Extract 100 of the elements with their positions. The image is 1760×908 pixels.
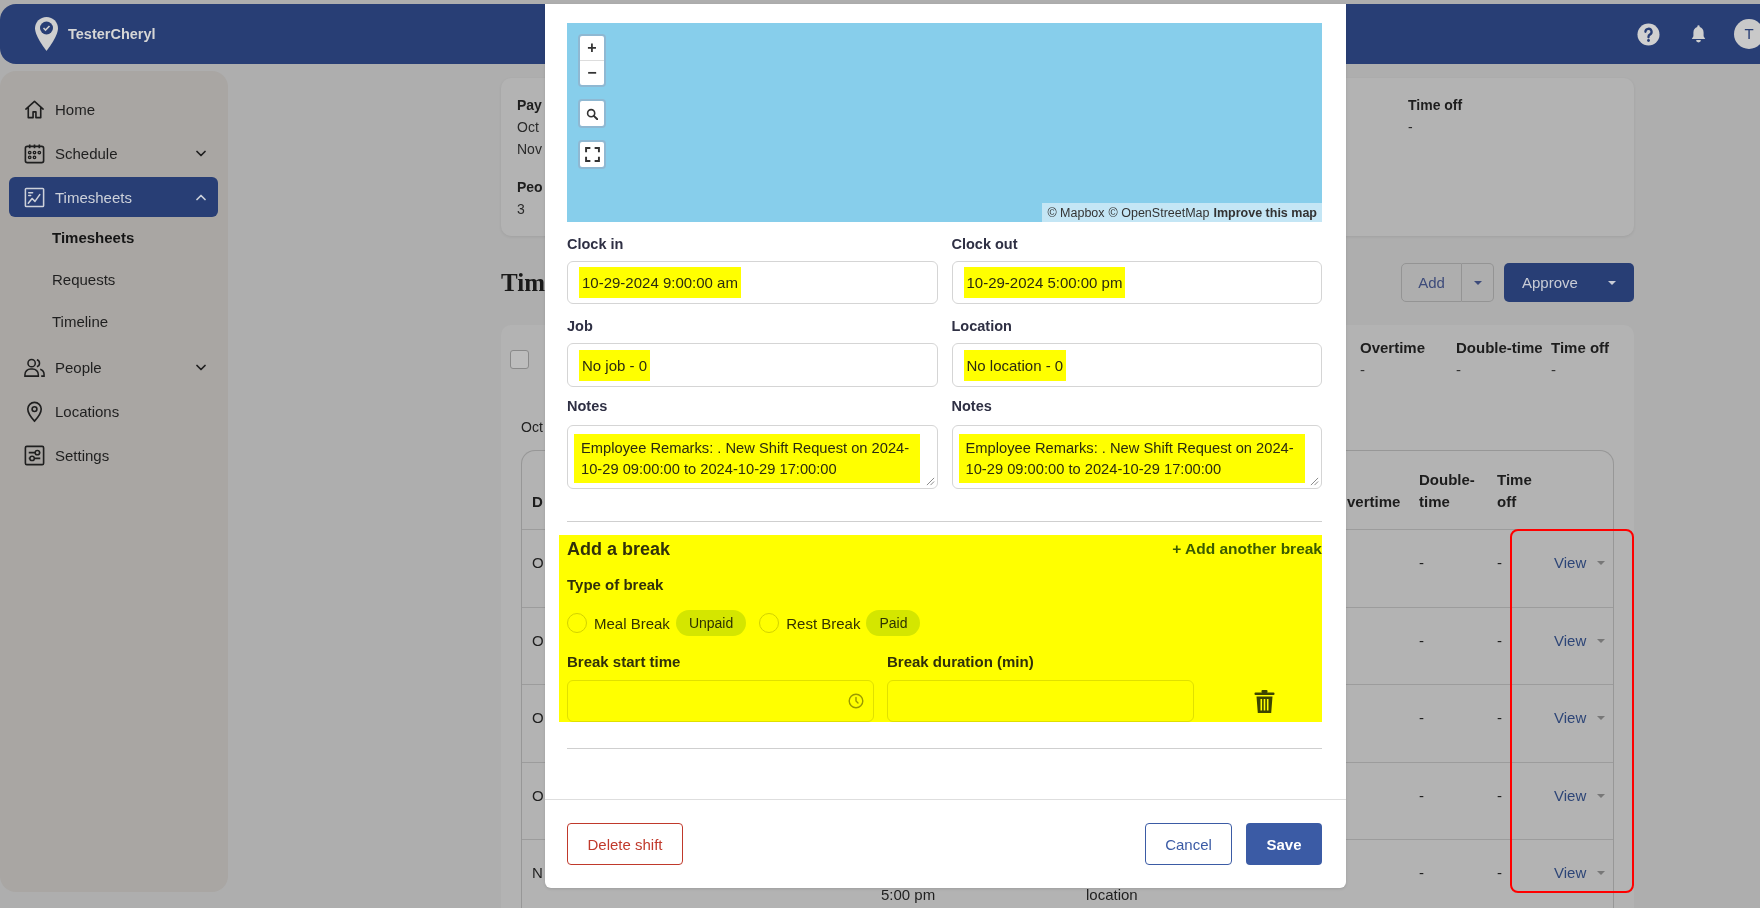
nav-item[interactable]: Schedule (9, 133, 218, 173)
field-label: Location (951, 317, 1012, 336)
text-field[interactable]: No location - 0 (951, 343, 1322, 387)
datetime-field[interactable]: 10-29-2024 5:00:00 pm (951, 261, 1322, 304)
summary-value: Nov (517, 140, 542, 159)
nav-item[interactable]: Home (9, 89, 218, 129)
field-label: Clock in (567, 235, 624, 254)
table-cell: - (1419, 708, 1424, 728)
table-cell: O (532, 785, 544, 806)
caret-icon (1597, 561, 1606, 565)
notes-field[interactable]: Employee Remarks: . New Shift Request on 2024-10-29 09:00:00 to 2024-10-29 17:00:00 (951, 425, 1322, 489)
table-cell: - (1419, 863, 1424, 883)
fullscreen-icon (584, 147, 600, 162)
datetime-field[interactable]: 10-29-2024 9:00:00 am (567, 261, 938, 304)
delete-shift-button[interactable]: Delete shift (567, 823, 683, 865)
table-cell: - (1419, 630, 1424, 651)
column-value: - (1551, 360, 1556, 380)
group-label: Oct (521, 418, 543, 436)
column-header: Overtime (1360, 338, 1426, 358)
nav-item[interactable]: Timesheets (9, 177, 218, 217)
time-field[interactable] (567, 680, 874, 722)
caret-icon (1473, 280, 1482, 285)
field-label: Job (567, 317, 593, 336)
text-field[interactable]: No job - 0 (567, 343, 938, 387)
user-avatar[interactable]: T (1734, 19, 1760, 49)
sliders-icon (23, 443, 46, 467)
table-cell: 5:00 pm (881, 886, 936, 903)
section-title: Add a break (567, 538, 671, 560)
table-cell: - (1497, 553, 1502, 573)
highlighted-value: Employee Remarks: . New Shift Request on 2024-10-29 09:00:00 to 2024-10-29 17:00:00 (574, 434, 920, 483)
add-break-link[interactable]: + Add another break (1172, 540, 1322, 558)
column-header: Double-time (1419, 470, 1475, 512)
view-link[interactable]: View (1554, 785, 1606, 806)
caret-icon (1597, 716, 1606, 720)
search-button[interactable] (578, 99, 606, 128)
caret-icon (1597, 793, 1606, 798)
table-cell: - (1419, 785, 1424, 806)
nav-item[interactable]: Settings (9, 435, 218, 475)
column-header: Double-time (1456, 338, 1543, 358)
nav-item[interactable]: People (9, 347, 218, 387)
nav-subitem[interactable]: Requests (9, 259, 218, 301)
cancel-button[interactable]: Cancel (1145, 823, 1232, 865)
attribution-link[interactable]: © OpenStreetMap (1108, 205, 1210, 220)
caret-icon (1597, 638, 1606, 643)
option-label: Meal Break (594, 614, 670, 632)
nav-subitem[interactable]: Timesheets (9, 217, 218, 259)
pay-type-tag: Paid (866, 610, 921, 636)
table-cell: N (532, 863, 543, 883)
zoom-out-button[interactable]: − (580, 60, 604, 85)
search-icon (586, 107, 598, 120)
attribution-link[interactable]: Improve this map (1213, 205, 1317, 220)
summary-value: 3 (517, 200, 525, 219)
field-label: Break duration (min) (887, 652, 1035, 672)
table-cell: - (1419, 553, 1424, 573)
highlighted-value: No location - 0 (963, 349, 1067, 381)
field-label: Break start time (567, 652, 682, 672)
notes-field[interactable]: Employee Remarks: . New Shift Request on 2024-10-29 09:00:00 to 2024-10-29 17:00:00 (567, 425, 938, 489)
view-link[interactable]: View (1554, 630, 1606, 651)
zoom-in-button[interactable]: + (580, 36, 604, 60)
summary-value: Oct (517, 118, 539, 137)
caret-icon (1608, 280, 1616, 285)
approve-button[interactable]: Approve (1504, 263, 1634, 302)
save-button[interactable]: Save (1246, 823, 1322, 865)
table-cell: location (1086, 886, 1138, 903)
table-cell: O (532, 553, 544, 573)
table-cell: - (1497, 785, 1502, 806)
column-value: - (1456, 360, 1461, 380)
column-header: D (532, 492, 543, 512)
attribution-link[interactable]: © Mapbox (1047, 205, 1105, 220)
map-pin-icon (35, 17, 58, 51)
highlighted-value: Employee Remarks: . New Shift Request on 2024-10-29 09:00:00 to 2024-10-29 17:00:00 (958, 434, 1305, 483)
trash-icon[interactable] (1254, 689, 1275, 713)
line-chart-icon (23, 185, 46, 209)
add-button[interactable]: Add (1401, 263, 1462, 302)
table-cell: O (532, 708, 544, 728)
column-value: - (1360, 360, 1365, 380)
resize-grip-icon[interactable] (925, 477, 935, 486)
fullscreen-button[interactable] (578, 140, 606, 169)
summary-value: - (1408, 118, 1413, 137)
nav-item[interactable]: Locations (9, 391, 218, 431)
view-link[interactable]: View (1554, 553, 1606, 573)
page-title: Tim (501, 267, 545, 298)
highlighted-value: 10-29-2024 9:00:00 am (579, 267, 741, 298)
checkbox[interactable] (510, 350, 529, 369)
view-link[interactable]: View (1554, 708, 1606, 728)
field-label: Type of break (567, 575, 664, 595)
option-label: Rest Break (786, 614, 861, 632)
help-icon[interactable] (1637, 22, 1660, 46)
bell-icon[interactable] (1691, 25, 1706, 43)
resize-grip-icon[interactable] (1310, 477, 1319, 486)
table-cell: - (1497, 863, 1502, 883)
summary-label: Time off (1408, 96, 1463, 115)
number-field[interactable] (887, 680, 1194, 722)
column-header: vertime (1347, 492, 1401, 512)
nav-subitem[interactable]: Timeline (9, 301, 218, 343)
table-cell: - (1497, 630, 1502, 651)
view-link[interactable]: View (1554, 863, 1606, 883)
table-cell: - (1497, 708, 1502, 728)
brand-name: TesterCheryl (68, 26, 156, 42)
table-cell: O (532, 630, 544, 651)
